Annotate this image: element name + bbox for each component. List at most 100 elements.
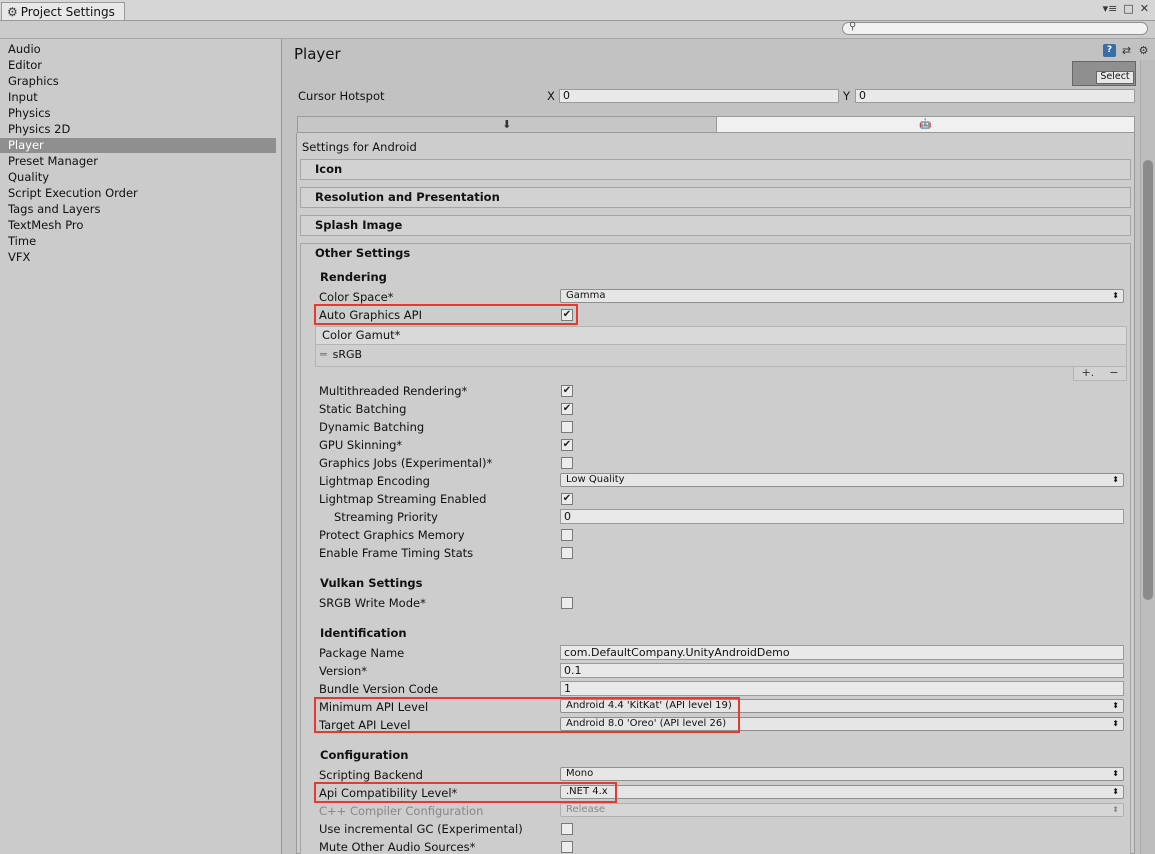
sidebar-item-editor[interactable]: Editor — [0, 58, 276, 73]
protect-graphics-memory-label: Protect Graphics Memory — [319, 528, 465, 542]
standalone-download-icon: ⬇ — [502, 118, 512, 131]
multithreaded-rendering-checkbox[interactable]: ✔ — [561, 385, 573, 397]
package-name-field[interactable]: com.DefaultCompany.UnityAndroidDemo — [560, 645, 1124, 660]
settings-for-label: Settings for Android — [302, 140, 417, 154]
frame-timing-stats-label: Enable Frame Timing Stats — [319, 546, 474, 560]
header-icons: ? ⇄ ⚙ — [1103, 44, 1150, 57]
settings-gear-icon: ⚙ — [7, 4, 18, 19]
incremental-gc-label: Use incremental GC (Experimental) — [319, 822, 523, 836]
help-icon[interactable]: ? — [1103, 44, 1116, 57]
hotspot-x-label: X — [547, 89, 555, 103]
sidebar-item-physics-2d[interactable]: Physics 2D — [0, 122, 276, 137]
window-tab-label: Project Settings — [20, 4, 115, 19]
sidebar-item-physics[interactable]: Physics — [0, 106, 276, 121]
color-space-label: Color Space* — [319, 290, 394, 304]
window-titlebar: ⚙ Project Settings ▾≡ □ ✕ — [0, 0, 1155, 21]
incremental-gc-checkbox[interactable] — [561, 823, 573, 835]
sidebar-item-preset-manager[interactable]: Preset Manager — [0, 154, 276, 169]
hotspot-y-field[interactable]: 0 — [855, 89, 1135, 103]
window-tab[interactable]: ⚙ Project Settings — [1, 2, 125, 20]
srgb-write-mode-checkbox[interactable] — [561, 597, 573, 609]
search-field[interactable]: ⚲ — [842, 21, 1148, 35]
scrollbar-thumb[interactable] — [1143, 160, 1153, 600]
sidebar-item-textmesh-pro[interactable]: TextMesh Pro — [0, 218, 276, 233]
drag-handle-icon[interactable]: ═ — [320, 348, 327, 361]
maximize-icon[interactable]: □ — [1123, 2, 1133, 15]
dropdown-arrow-icon: ⬍ — [1112, 475, 1119, 484]
sidebar-item-script-execution-order[interactable]: Script Execution Order — [0, 186, 276, 201]
color-gamut-item[interactable]: ═ sRGB — [315, 345, 1127, 367]
streaming-priority-field[interactable]: 0 — [560, 509, 1124, 524]
color-gamut-header: Color Gamut* — [315, 326, 1127, 345]
static-batching-checkbox[interactable]: ✔ — [561, 403, 573, 415]
lightmap-encoding-label: Lightmap Encoding — [319, 474, 430, 488]
multithreaded-rendering-label: Multithreaded Rendering* — [319, 384, 468, 398]
color-gamut-list: Color Gamut* ═ sRGB +. − — [315, 326, 1127, 382]
select-button[interactable]: Select — [1096, 71, 1134, 84]
foldout-splash-image[interactable]: Splash Image — [300, 215, 1131, 236]
foldout-icon[interactable]: Icon — [300, 159, 1131, 180]
settings-sidebar: Audio Editor Graphics Input Physics Phys… — [0, 39, 282, 854]
dynamic-batching-checkbox[interactable] — [561, 421, 573, 433]
protect-graphics-memory-checkbox[interactable] — [561, 529, 573, 541]
presets-icon[interactable]: ⇄ — [1120, 44, 1133, 57]
platform-tabs: ⬇ 🤖 — [297, 116, 1135, 133]
dropdown-arrow-icon: ⬍ — [1112, 719, 1119, 728]
tab-android[interactable]: 🤖 — [716, 117, 1134, 132]
page-title: Player — [294, 45, 341, 63]
highlight-api-levels — [314, 697, 740, 733]
gpu-skinning-checkbox[interactable]: ✔ — [561, 439, 573, 451]
srgb-write-mode-label: SRGB Write Mode* — [319, 596, 426, 610]
sidebar-item-vfx[interactable]: VFX — [0, 250, 276, 265]
window-controls: ▾≡ □ ✕ — [1103, 2, 1149, 15]
section-identification: Identification — [320, 626, 407, 640]
sidebar-item-audio[interactable]: Audio — [0, 42, 276, 57]
lightmap-encoding-value: Low Quality — [566, 474, 625, 485]
foldout-other-settings-label: Other Settings — [315, 246, 411, 260]
dropdown-arrow-icon: ⬍ — [1112, 769, 1119, 778]
sidebar-item-tags-and-layers[interactable]: Tags and Layers — [0, 202, 276, 217]
streaming-priority-label: Streaming Priority — [334, 510, 438, 524]
dropdown-arrow-icon: ⬍ — [1112, 701, 1119, 710]
version-label: Version* — [319, 664, 368, 678]
lightmap-streaming-checkbox[interactable]: ✔ — [561, 493, 573, 505]
color-space-dropdown[interactable]: Gamma ⬍ — [560, 289, 1124, 303]
sidebar-item-input[interactable]: Input — [0, 90, 276, 105]
hotspot-y-label: Y — [843, 89, 851, 103]
add-item-icon[interactable]: +. — [1082, 367, 1095, 380]
graphics-jobs-checkbox[interactable] — [561, 457, 573, 469]
toolbar: ⚲ — [0, 21, 1155, 39]
sidebar-item-player[interactable]: Player — [0, 138, 276, 153]
package-name-label: Package Name — [319, 646, 405, 660]
api-compatibility-level-dropdown[interactable]: .NET 4.x ⬍ — [560, 785, 1124, 799]
lightmap-encoding-dropdown[interactable]: Low Quality ⬍ — [560, 473, 1124, 487]
color-gamut-item-label: sRGB — [332, 348, 363, 361]
bundle-version-code-label: Bundle Version Code — [319, 682, 439, 696]
sidebar-item-graphics[interactable]: Graphics — [0, 74, 276, 89]
section-configuration: Configuration — [320, 748, 409, 762]
hotspot-x-field[interactable]: 0 — [559, 89, 839, 103]
dropdown-arrow-icon: ⬍ — [1112, 805, 1119, 814]
bundle-version-code-field[interactable]: 1 — [560, 681, 1124, 696]
scripting-backend-dropdown[interactable]: Mono ⬍ — [560, 767, 1124, 781]
sidebar-item-quality[interactable]: Quality — [0, 170, 276, 185]
graphics-jobs-label: Graphics Jobs (Experimental)* — [319, 456, 493, 470]
version-field[interactable]: 0.1 — [560, 663, 1124, 678]
window-menu-icon[interactable]: ▾≡ — [1103, 2, 1118, 15]
tab-standalone[interactable]: ⬇ — [298, 117, 717, 132]
frame-timing-stats-checkbox[interactable] — [561, 547, 573, 559]
color-gamut-footer: +. − — [1073, 367, 1127, 381]
remove-item-icon[interactable]: − — [1109, 367, 1118, 380]
gear-icon[interactable]: ⚙ — [1137, 44, 1150, 57]
static-batching-label: Static Batching — [319, 402, 407, 416]
sidebar-item-time[interactable]: Time — [0, 234, 276, 249]
close-icon[interactable]: ✕ — [1140, 2, 1149, 15]
mute-other-audio-checkbox[interactable] — [561, 841, 573, 853]
cpp-compiler-configuration-dropdown: Release ⬍ — [560, 803, 1124, 817]
vertical-scrollbar[interactable] — [1140, 60, 1155, 854]
foldout-resolution[interactable]: Resolution and Presentation — [300, 187, 1131, 208]
scripting-backend-label: Scripting Backend — [319, 768, 423, 782]
cursor-texture-slot[interactable]: Select — [1072, 61, 1136, 86]
search-input[interactable] — [861, 23, 1141, 34]
dropdown-arrow-icon: ⬍ — [1112, 291, 1119, 300]
